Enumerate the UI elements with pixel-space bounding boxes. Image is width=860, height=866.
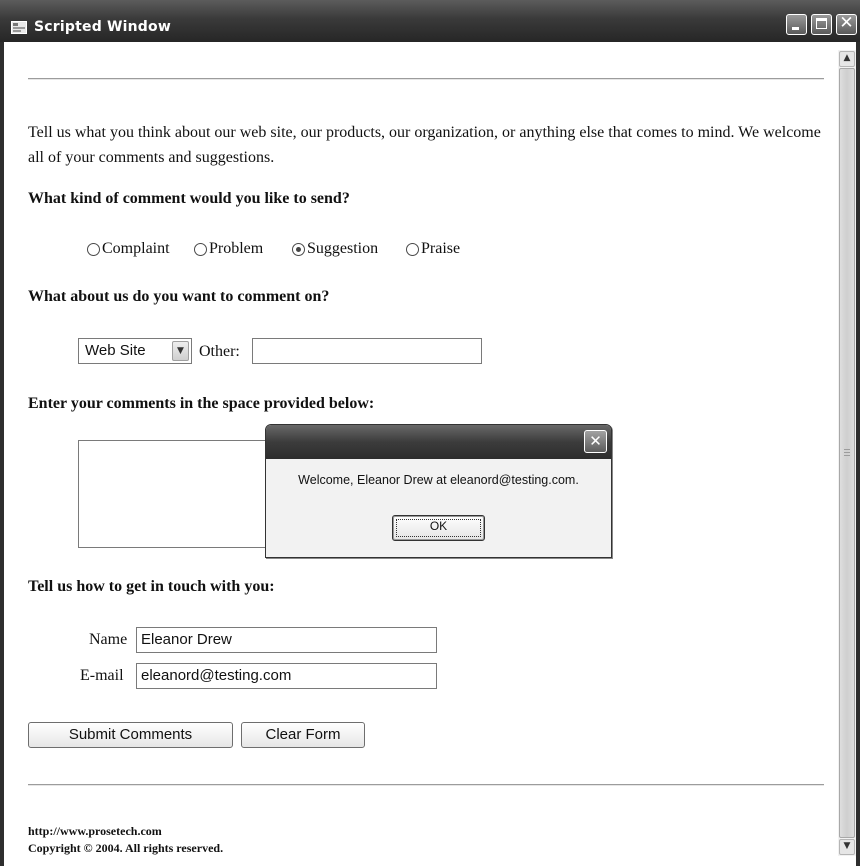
email-input[interactable]: eleanord@testing.com bbox=[136, 663, 437, 689]
radio-suggestion-label[interactable]: Suggestion bbox=[307, 240, 378, 258]
intro-paragraph: Tell us what you think about our web sit… bbox=[28, 124, 821, 166]
clear-form-button[interactable]: Clear Form bbox=[241, 722, 365, 748]
question-comment-topic: What about us do you want to comment on? bbox=[28, 288, 330, 305]
top-divider bbox=[28, 78, 824, 80]
minimize-icon bbox=[792, 27, 799, 30]
arrow-up-icon: ▲ bbox=[843, 53, 851, 63]
minimize-button[interactable] bbox=[786, 14, 807, 35]
radio-problem-label[interactable]: Problem bbox=[209, 240, 263, 258]
arrow-down-icon: ▼ bbox=[843, 841, 851, 851]
window-frame-right bbox=[856, 42, 860, 866]
app-window-icon bbox=[11, 21, 27, 34]
radio-problem[interactable] bbox=[194, 243, 207, 256]
grip-icon bbox=[844, 449, 850, 457]
radio-praise-label[interactable]: Praise bbox=[421, 240, 460, 258]
bottom-divider bbox=[28, 784, 824, 786]
vertical-scrollbar[interactable]: ▲ ▼ bbox=[838, 50, 856, 856]
scroll-down-button[interactable]: ▼ bbox=[839, 839, 855, 855]
ok-button[interactable]: OK bbox=[392, 515, 485, 541]
scroll-thumb[interactable] bbox=[839, 68, 855, 838]
close-window-button[interactable]: ✕ bbox=[836, 13, 857, 35]
name-label: Name bbox=[89, 631, 128, 648]
footer-url: http://www.prosetech.com bbox=[28, 824, 162, 838]
maximize-icon bbox=[816, 18, 827, 29]
other-label: Other: bbox=[199, 343, 240, 360]
dialog-message: Welcome, Eleanor Drew at eleanord@testin… bbox=[298, 473, 579, 487]
topic-select[interactable]: Web Site ▼ bbox=[78, 338, 192, 364]
footer-copyright: Copyright © 2004. All rights reserved. bbox=[28, 841, 224, 855]
submit-comments-button[interactable]: Submit Comments bbox=[28, 722, 233, 748]
radio-suggestion[interactable] bbox=[292, 243, 305, 256]
chevron-down-icon: ▼ bbox=[172, 341, 189, 361]
question-comments: Enter your comments in the space provide… bbox=[28, 395, 375, 412]
question-contact: Tell us how to get in touch with you: bbox=[28, 578, 275, 595]
window-title: Scripted Window bbox=[34, 19, 171, 35]
window-titlebar[interactable]: Scripted Window ✕ bbox=[0, 0, 860, 42]
dialog-titlebar[interactable]: ✕ bbox=[266, 425, 611, 459]
email-label: E-mail bbox=[80, 667, 124, 684]
radio-complaint[interactable] bbox=[87, 243, 100, 256]
message-dialog: ✕ Welcome, Eleanor Drew at eleanord@test… bbox=[265, 424, 612, 558]
close-icon: ✕ bbox=[839, 13, 854, 33]
close-icon: ✕ bbox=[589, 432, 602, 450]
question-comment-kind: What kind of comment would you like to s… bbox=[28, 190, 350, 207]
maximize-button[interactable] bbox=[811, 14, 832, 35]
ok-button-label: OK bbox=[429, 519, 448, 533]
radio-complaint-label[interactable]: Complaint bbox=[102, 240, 170, 258]
other-input[interactable] bbox=[252, 338, 482, 364]
radio-praise[interactable] bbox=[406, 243, 419, 256]
scroll-up-button[interactable]: ▲ bbox=[839, 51, 855, 67]
window-frame-left bbox=[0, 42, 4, 866]
name-input[interactable]: Eleanor Drew bbox=[136, 627, 437, 653]
topic-select-value: Web Site bbox=[85, 342, 146, 359]
dialog-close-button[interactable]: ✕ bbox=[584, 430, 607, 453]
